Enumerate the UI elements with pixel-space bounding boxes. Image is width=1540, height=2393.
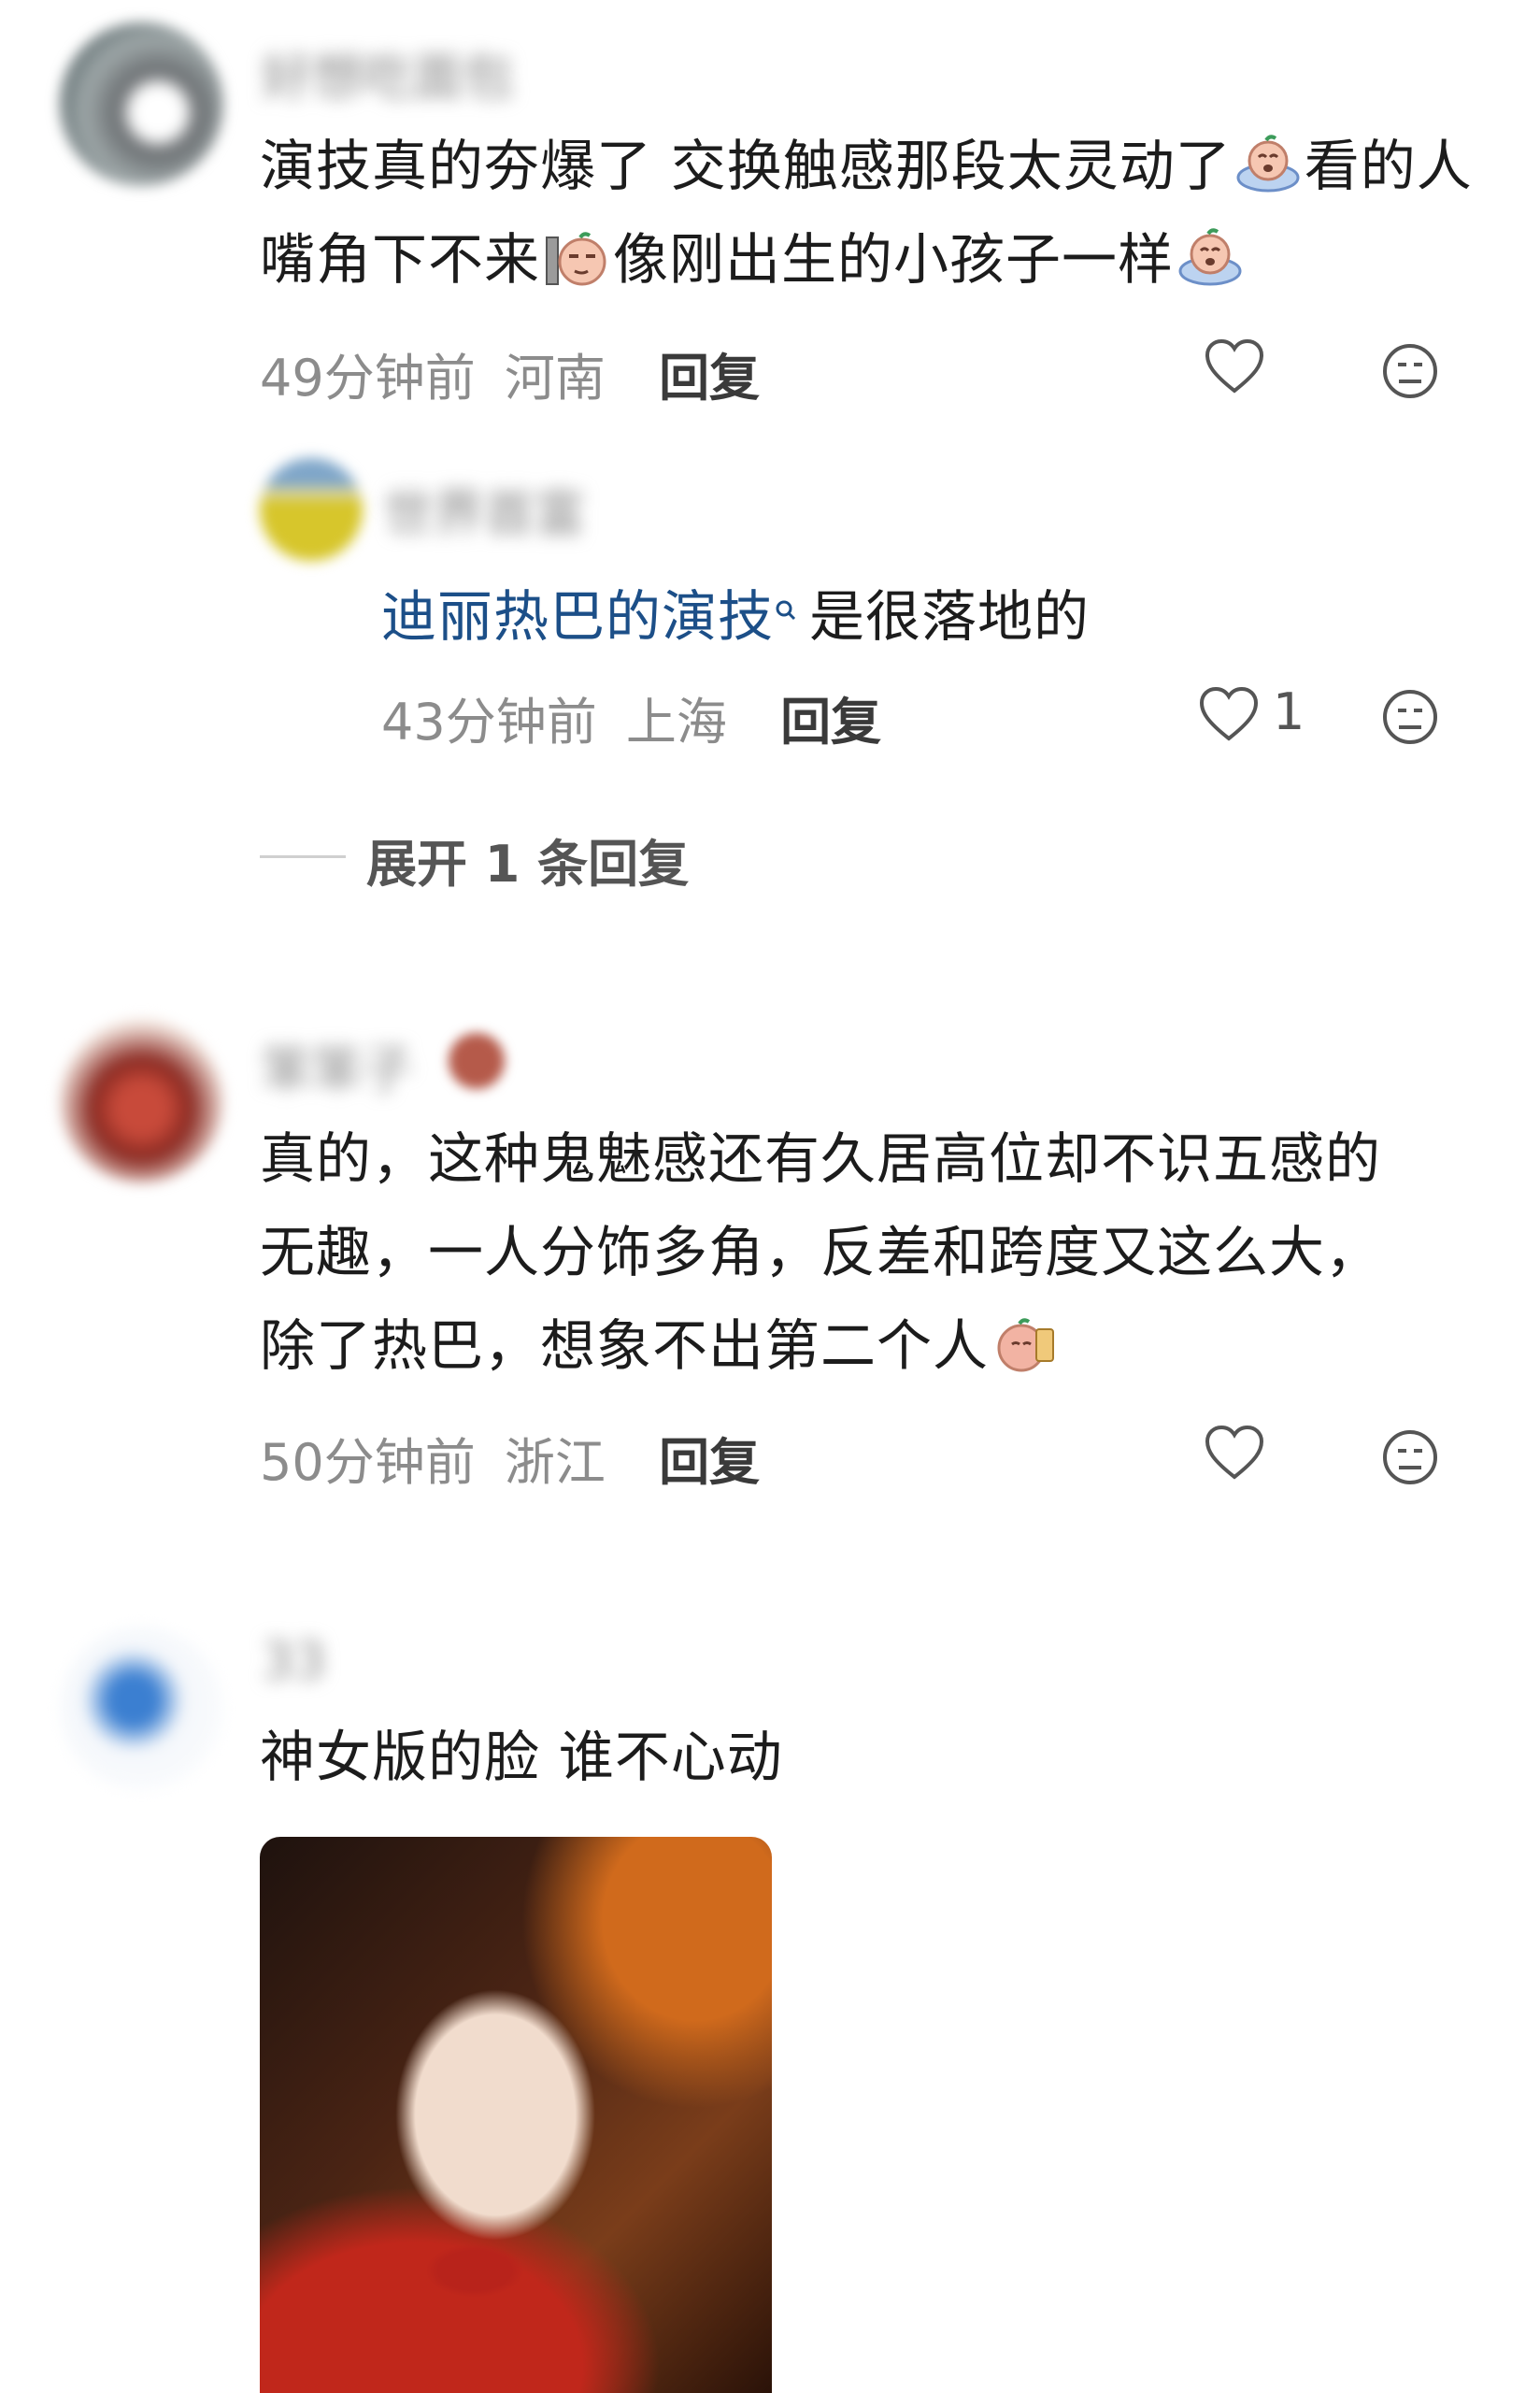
sideeye-emoji: [543, 222, 610, 286]
username[interactable]: 好想吃面包: [262, 36, 514, 109]
crying-emoji: [1234, 129, 1302, 193]
location: 河南: [504, 349, 606, 408]
dislike-face-icon[interactable]: [1381, 688, 1439, 746]
heart-icon[interactable]: [1204, 1425, 1265, 1481]
reply-button[interactable]: 回复: [780, 693, 881, 752]
timestamp: 43分钟前: [381, 693, 597, 752]
expand-replies-button[interactable]: 展开 1 条回复: [366, 823, 689, 896]
comment-meta: 49分钟前 河南 回复: [260, 337, 760, 410]
comment-line: 真的，这种鬼魅感还有久居高位却不识五感的: [260, 1126, 1382, 1191]
timestamp: 49分钟前: [260, 349, 476, 408]
crying-emoji: [1176, 222, 1244, 286]
comment-meta: 43分钟前 上海 回复: [381, 681, 881, 754]
comment-text: 神女版的脸 谁不心动: [260, 1725, 783, 1789]
dislike-face-icon[interactable]: [1381, 342, 1439, 400]
comment-text: 迪丽热巴的演技 是很落地的: [381, 557, 1090, 664]
expand-divider: [260, 855, 346, 858]
location: 上海: [625, 693, 727, 752]
avatar[interactable]: [260, 458, 363, 561]
comment-meta: 50分钟前 浙江 回复: [260, 1421, 760, 1495]
heart-icon[interactable]: [1204, 338, 1265, 394]
avatar[interactable]: [60, 1626, 223, 1790]
reply-button[interactable]: 回复: [659, 1433, 760, 1492]
search-icon: [774, 557, 800, 651]
username[interactable]: 33: [262, 1631, 326, 1690]
username[interactable]: 世界首富: [383, 472, 585, 546]
comment-line-wrap: 除了热巴，想象不出第二个人: [260, 1299, 1512, 1393]
comment-line: 除了热巴，想象不出第二个人: [260, 1313, 990, 1378]
snack-emoji: [991, 1309, 1059, 1372]
badge-icon: [449, 1033, 505, 1089]
reply-button[interactable]: 回复: [659, 349, 760, 408]
comment-text-part: 演技真的夯爆了 交换触感那段太灵动了: [260, 134, 1232, 198]
comment-text-part: 像刚出生的小孩子一样: [613, 227, 1175, 292]
timestamp: 50分钟前: [260, 1433, 476, 1492]
dislike-face-icon[interactable]: [1381, 1428, 1439, 1486]
comment-text-part: 是很落地的: [809, 584, 1091, 649]
heart-icon[interactable]: [1198, 686, 1260, 742]
like-count: 1: [1273, 682, 1305, 741]
topic-link[interactable]: 迪丽热巴的演技: [381, 584, 774, 649]
comment-line: 无趣，一人分饰多角，反差和跨度又这么大，: [260, 1220, 1382, 1284]
portrait-image[interactable]: [260, 1837, 772, 2393]
avatar[interactable]: [60, 22, 223, 186]
location: 浙江: [504, 1433, 606, 1492]
comment-text: 演技真的夯爆了 交换触感那段太灵动了 看的人嘴角下不来 像刚出生的小孩子一样: [260, 120, 1475, 307]
comment-text: 真的，这种鬼魅感还有久居高位却不识五感的 无趣，一人分饰多角，反差和跨度又这么大…: [260, 1112, 1512, 1393]
username[interactable]: 笨笨子: [262, 1028, 413, 1102]
avatar[interactable]: [60, 1019, 223, 1182]
